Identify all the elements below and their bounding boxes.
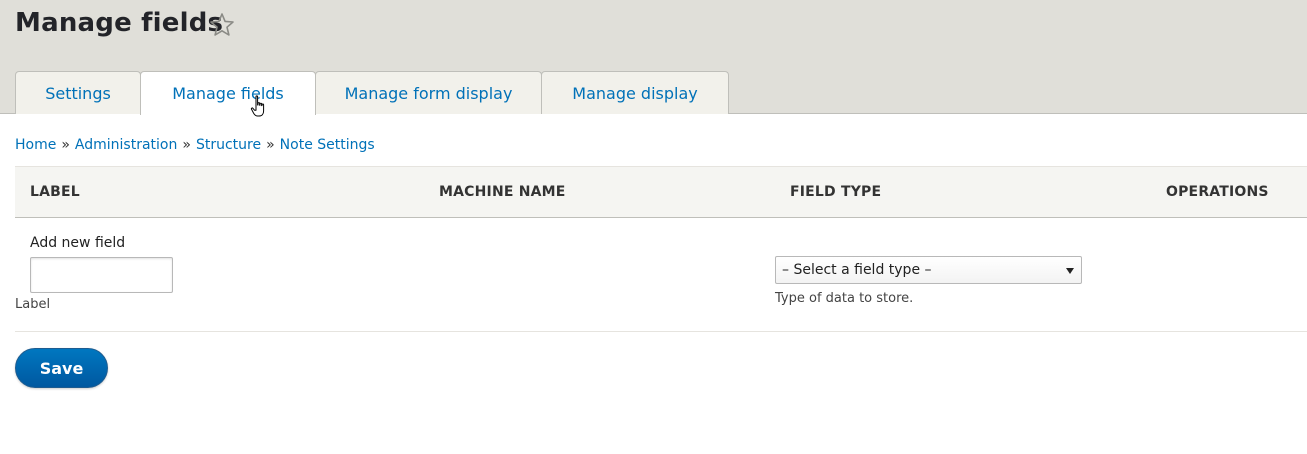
tab-settings[interactable]: Settings bbox=[15, 71, 141, 114]
add-new-field-row: Add new field bbox=[15, 218, 1307, 332]
tab-manage-display[interactable]: Manage display bbox=[541, 71, 729, 114]
new-field-label-input[interactable] bbox=[30, 257, 173, 293]
field-type-description: Type of data to store. bbox=[775, 291, 914, 306]
hand-pointer-icon bbox=[250, 95, 265, 117]
tab-manage-form-display[interactable]: Manage form display bbox=[315, 71, 542, 114]
star-icon[interactable] bbox=[209, 12, 235, 38]
column-header-label: LABEL bbox=[30, 184, 80, 200]
breadcrumb-separator: » bbox=[266, 137, 275, 153]
breadcrumb-administration[interactable]: Administration bbox=[75, 137, 177, 153]
primary-tabs: Settings Manage fields Manage form displ… bbox=[15, 71, 729, 115]
breadcrumb-separator: » bbox=[182, 137, 191, 153]
tab-manage-fields[interactable]: Manage fields bbox=[140, 71, 316, 115]
field-type-select[interactable]: – Select a field type – bbox=[775, 256, 1082, 284]
page-header: Manage fields Settings Manage fields Man… bbox=[0, 0, 1307, 115]
page-title: Manage fields bbox=[15, 8, 224, 38]
column-header-operations: OPERATIONS bbox=[1166, 184, 1269, 200]
save-button[interactable]: Save bbox=[15, 348, 108, 388]
label-description: Label bbox=[15, 297, 51, 312]
table-header: LABEL MACHINE NAME FIELD TYPE OPERATIONS bbox=[15, 166, 1307, 218]
column-header-field-type: FIELD TYPE bbox=[790, 184, 882, 200]
breadcrumb-separator: » bbox=[61, 137, 70, 153]
chevron-down-icon bbox=[1066, 268, 1074, 274]
breadcrumb-structure[interactable]: Structure bbox=[196, 137, 261, 153]
breadcrumb: Home » Administration » Structure » Note… bbox=[15, 137, 375, 153]
fields-table: LABEL MACHINE NAME FIELD TYPE OPERATIONS… bbox=[15, 166, 1307, 332]
add-new-field-title: Add new field bbox=[30, 235, 126, 251]
breadcrumb-home[interactable]: Home bbox=[15, 137, 56, 153]
field-type-selected-value: – Select a field type – bbox=[782, 262, 932, 278]
column-header-machine-name: MACHINE NAME bbox=[439, 184, 566, 200]
breadcrumb-note-settings[interactable]: Note Settings bbox=[280, 137, 375, 153]
